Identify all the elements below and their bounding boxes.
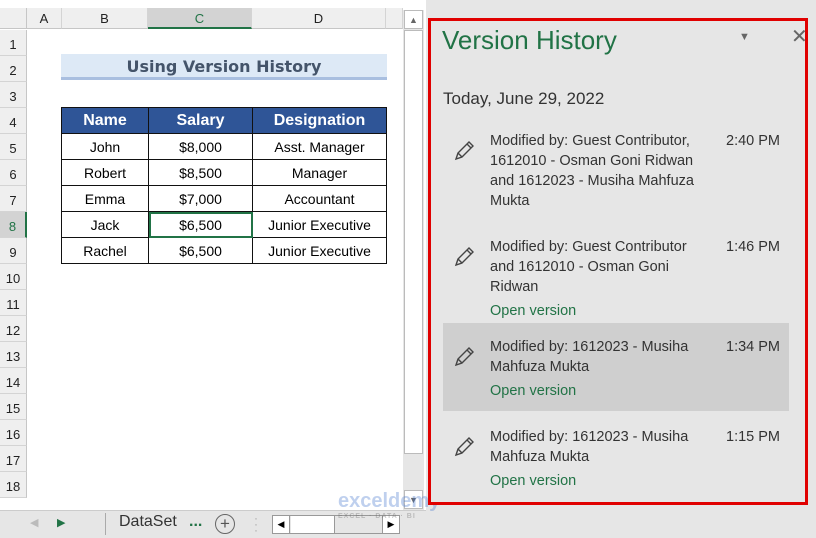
close-icon[interactable]: ✕: [791, 24, 808, 49]
row-header-10[interactable]: 10: [0, 264, 27, 290]
divider: [105, 513, 106, 535]
sheet-tab-dataset[interactable]: DataSet: [119, 513, 177, 531]
table-row: Emma $7,000 Accountant: [61, 185, 387, 212]
open-version-link[interactable]: Open version: [490, 381, 576, 401]
prev-sheet-icon[interactable]: ◀: [30, 516, 38, 529]
version-entry[interactable]: Modified by: 1612023 - Musiha Mahfuza Mu…: [443, 323, 789, 411]
watermark-subtext: EXCEL · DATA · BI: [338, 513, 416, 520]
data-table: Name Salary Designation John $8,000 Asst. …: [61, 107, 387, 264]
select-all-corner[interactable]: [0, 8, 27, 29]
row-header-8[interactable]: 8: [0, 212, 27, 238]
version-time: 1:15 PM: [726, 429, 780, 445]
modified-by-text: Modified by: Guest Contributor and 16120…: [490, 239, 687, 295]
table-cell[interactable]: $6,500: [148, 237, 253, 264]
watermark-text: exceldemy: [338, 490, 441, 512]
row-header-11[interactable]: 11: [0, 290, 27, 316]
more-sheets[interactable]: ...: [189, 513, 202, 531]
row-header-5[interactable]: 5: [0, 134, 27, 160]
table-header-row: Name Salary Designation: [61, 107, 387, 134]
table-cell[interactable]: $8,000: [148, 133, 253, 160]
table-cell[interactable]: $8,500: [148, 159, 253, 186]
open-version-link[interactable]: Open version: [490, 471, 576, 491]
row-header-3[interactable]: 3: [0, 82, 27, 108]
table-cell[interactable]: Rachel: [61, 237, 149, 264]
modified-by-text: Modified by: Guest Contributor, 1612010 …: [490, 133, 694, 209]
table-cell[interactable]: Junior Executive: [252, 237, 387, 264]
column-header-c[interactable]: C: [148, 8, 252, 29]
table-cell[interactable]: Jack: [61, 211, 149, 238]
table-cell[interactable]: Robert: [61, 159, 149, 186]
pencil-icon: [453, 140, 475, 162]
row-header-16[interactable]: 16: [0, 420, 27, 446]
row-header-13[interactable]: 13: [0, 342, 27, 368]
row-header-18[interactable]: 18: [0, 472, 27, 498]
open-version-link[interactable]: Open version: [490, 301, 576, 321]
version-time: 1:34 PM: [726, 339, 780, 355]
version-entry[interactable]: Modified by: 1612023 - Musiha Mahfuza Mu…: [443, 427, 789, 507]
version-entry[interactable]: Modified by: Guest Contributor, 1612010 …: [443, 131, 789, 221]
panel-title: Version History: [442, 25, 617, 55]
vertical-scrollbar[interactable]: ▲ ▼: [403, 10, 424, 510]
row-header-15[interactable]: 15: [0, 394, 27, 420]
header-salary[interactable]: Salary: [148, 107, 253, 134]
modified-by-text: Modified by: 1612023 - Musiha Mahfuza Mu…: [490, 429, 689, 465]
add-sheet-icon[interactable]: +: [215, 514, 235, 534]
table-cell[interactable]: John: [61, 133, 149, 160]
table-cell[interactable]: Junior Executive: [252, 211, 387, 238]
pencil-icon: [453, 436, 475, 458]
table-row: John $8,000 Asst. Manager: [61, 133, 387, 160]
version-history-panel: Version History ▼ ✕ Today, June 29, 2022…: [428, 18, 808, 505]
table-row: Rachel $6,500 Junior Executive: [61, 237, 387, 264]
horizontal-thumb[interactable]: [291, 516, 335, 533]
table-cell[interactable]: Manager: [252, 159, 387, 186]
column-header-b[interactable]: B: [62, 8, 148, 29]
scroll-thumb[interactable]: [404, 30, 423, 454]
table-cell[interactable]: Emma: [61, 185, 149, 212]
row-header-1[interactable]: 1: [0, 30, 27, 56]
modified-by-text: Modified by: 1612023 - Musiha Mahfuza Mu…: [490, 339, 689, 375]
chevron-down-icon[interactable]: ▼: [739, 31, 750, 43]
column-header-e[interactable]: [386, 8, 403, 29]
version-time: 2:40 PM: [726, 133, 780, 149]
pencil-icon: [453, 246, 475, 268]
row-header-9[interactable]: 9: [0, 238, 27, 264]
header-name[interactable]: Name: [61, 107, 149, 134]
table-cell[interactable]: Accountant: [252, 185, 387, 212]
spreadsheet: A B C D 1 2 3 4 5 6 7 8 9 10 11 12 13 14 15 16 17 18 Usin…: [0, 0, 426, 538]
column-header-d[interactable]: D: [252, 8, 386, 29]
version-entry[interactable]: Modified by: Guest Contributor and 16120…: [443, 237, 789, 325]
date-group-label: Today, June 29, 2022: [443, 89, 605, 108]
scroll-up-button[interactable]: ▲: [404, 10, 423, 29]
row-header-4[interactable]: 4: [0, 108, 27, 134]
watermark-logo: exceldemy EXCEL · DATA · BI: [338, 490, 440, 520]
next-sheet-icon[interactable]: ▶: [57, 516, 65, 529]
row-header-2[interactable]: 2: [0, 56, 27, 82]
scroll-left-button[interactable]: ◀: [273, 516, 290, 533]
header-designation[interactable]: Designation: [252, 107, 387, 134]
sheet-title[interactable]: Using Version History: [61, 54, 387, 80]
version-time: 1:46 PM: [726, 239, 780, 255]
pencil-icon: [453, 346, 475, 368]
row-header-17[interactable]: 17: [0, 446, 27, 472]
table-row: Robert $8,500 Manager: [61, 159, 387, 186]
row-header-7[interactable]: 7: [0, 186, 27, 212]
splitter-handle[interactable]: · · ·: [254, 512, 258, 536]
table-cell[interactable]: $7,000: [148, 185, 253, 212]
table-row: Jack $6,500 Junior Executive: [61, 211, 387, 238]
table-cell[interactable]: Asst. Manager: [252, 133, 387, 160]
row-header-12[interactable]: 12: [0, 316, 27, 342]
table-cell[interactable]: $6,500: [148, 211, 253, 238]
row-header-14[interactable]: 14: [0, 368, 27, 394]
row-header-6[interactable]: 6: [0, 160, 27, 186]
column-header-a[interactable]: A: [27, 8, 62, 29]
